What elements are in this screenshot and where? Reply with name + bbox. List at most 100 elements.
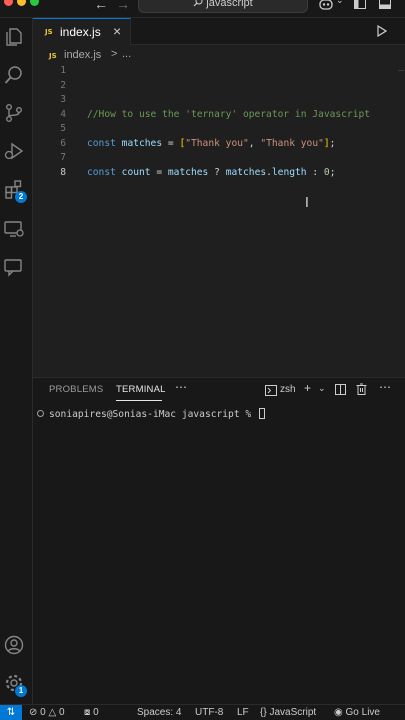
chevron-down-icon[interactable]: ⌄	[336, 0, 344, 6]
minimap[interactable]	[398, 70, 404, 71]
line-number: 8	[60, 166, 66, 178]
code-line: 5	[33, 123, 405, 137]
toggle-sidebar-icon[interactable]	[354, 0, 366, 15]
tab-label: index.js	[60, 25, 101, 39]
code-line: 6 const matches = ["Thank you", "Thank y…	[33, 138, 405, 152]
activity-remote-explorer[interactable]	[3, 218, 27, 242]
chat-icon	[4, 259, 22, 277]
activity-bar: 2 1	[0, 18, 33, 704]
code-line: 7	[33, 152, 405, 166]
line-number: 4	[60, 108, 66, 120]
code-editor[interactable]: 1 2 3 4 //How to use the 'ternary' opera…	[33, 65, 405, 377]
activity-manage[interactable]: 1	[3, 672, 27, 697]
remote-explorer-icon	[4, 221, 24, 237]
code-line-active: 8 const count = matches ? matches.length…	[33, 167, 405, 181]
title-bar: ← → javascript ⌄	[0, 0, 405, 18]
add-terminal-icon[interactable]: +	[304, 381, 311, 395]
run-icon[interactable]	[377, 24, 388, 42]
toggle-panel-icon[interactable]	[379, 0, 391, 15]
warning-icon: △	[48, 707, 57, 718]
indentation-status[interactable]: Spaces: 4	[137, 707, 181, 718]
code-line: 3	[33, 94, 405, 108]
command-center-label: javascript	[206, 0, 253, 9]
punctuation-token: ,	[248, 137, 261, 149]
extensions-badge: 2	[15, 191, 27, 203]
ports-status[interactable]: ⧇ 0	[84, 707, 99, 718]
editor-tab-bar: JS index.js ×	[33, 18, 405, 45]
terminal-icon	[265, 383, 277, 401]
trash-icon[interactable]	[356, 383, 367, 398]
maximize-window-button[interactable]	[30, 0, 39, 6]
copilot-icon[interactable]	[318, 0, 334, 15]
tab-index-js[interactable]: JS index.js ×	[33, 18, 131, 45]
punctuation-token: ;	[329, 166, 336, 178]
broadcast-icon: ◉	[334, 707, 343, 718]
property-token: length	[271, 166, 307, 178]
activity-chat[interactable]	[3, 256, 27, 280]
run-debug-icon	[4, 142, 24, 160]
line-number: 2	[60, 79, 66, 91]
code-text: //How to use the 'ternary' operator in J…	[87, 109, 370, 120]
close-window-button[interactable]	[4, 0, 13, 6]
variable-token: matches	[121, 137, 163, 149]
command-center-search[interactable]: javascript	[138, 0, 308, 13]
tab-problems[interactable]: PROBLEMS	[49, 384, 103, 395]
activity-accounts[interactable]	[3, 634, 27, 658]
problems-status[interactable]: ⊘ 0 △ 0	[29, 707, 65, 718]
keyword-token: const	[87, 137, 116, 149]
javascript-file-icon: JS	[49, 52, 57, 60]
search-icon	[4, 66, 22, 84]
variable-token: count	[121, 166, 151, 178]
language-label: JavaScript	[269, 707, 317, 718]
braces-icon: {}	[260, 707, 267, 718]
breadcrumb-symbol[interactable]: ...	[122, 48, 131, 60]
split-terminal-icon[interactable]	[335, 384, 346, 398]
status-bar: ⇅ ⊘ 0 △ 0 ⧇ 0 Spaces: 4 UTF-8 LF {} Java…	[0, 704, 405, 720]
remote-icon[interactable]: ⇅	[0, 705, 22, 720]
line-number: 7	[60, 152, 66, 163]
go-live-button[interactable]: ◉ Go Live	[334, 707, 380, 718]
code-text: const count = matches ? matches.length :…	[87, 167, 335, 178]
activity-explorer[interactable]	[3, 26, 27, 50]
operator-token: ?	[214, 166, 220, 178]
tab-terminal[interactable]: TERMINAL	[116, 384, 166, 395]
close-icon[interactable]: ×	[113, 23, 121, 39]
activity-extensions[interactable]: 2	[3, 178, 27, 203]
comment-token: //How to use the 'ternary' operator in J…	[87, 108, 371, 120]
keyword-token: const	[87, 166, 116, 178]
activity-source-control[interactable]	[3, 102, 27, 126]
more-actions-icon[interactable]: ⋯	[175, 380, 187, 394]
command-decoration-icon	[37, 410, 44, 417]
terminal-shell-name[interactable]: zsh	[280, 384, 296, 395]
line-number: 6	[60, 137, 66, 149]
terminal-cursor	[258, 408, 265, 419]
encoding-status[interactable]: UTF-8	[195, 707, 223, 718]
activity-search[interactable]	[3, 64, 27, 88]
variable-token: matches	[225, 166, 267, 178]
arrow-left-icon[interactable]: ←	[94, 0, 108, 12]
breadcrumb-file[interactable]: index.js	[64, 49, 101, 61]
language-status[interactable]: {} JavaScript	[260, 707, 316, 718]
chevron-down-icon[interactable]: ⌄	[318, 383, 326, 394]
activity-run-debug[interactable]	[3, 140, 27, 164]
more-actions-icon[interactable]: ⋯	[379, 380, 391, 394]
eol-status[interactable]: LF	[237, 707, 249, 718]
account-icon	[4, 635, 24, 655]
error-count: 0	[40, 707, 46, 718]
punctuation-token: ;	[329, 137, 336, 149]
active-tab-indicator	[116, 400, 162, 401]
operator-token: =	[167, 137, 174, 149]
minimize-window-button[interactable]	[17, 0, 26, 6]
variable-token: matches	[167, 166, 209, 178]
warning-count: 0	[59, 707, 65, 718]
code-line: 1	[33, 65, 405, 79]
ports-icon: ⧇	[84, 707, 91, 718]
string-token: "Thank you"	[260, 137, 324, 149]
line-number: 5	[60, 123, 66, 134]
code-text: const matches = ["Thank you", "Thank you…	[87, 138, 335, 149]
line-number: 1	[60, 65, 66, 76]
terminal-output[interactable]: soniapires@Sonias-iMac javascript %	[49, 408, 265, 420]
line-number: 3	[60, 94, 66, 105]
arrow-right-icon[interactable]: →	[116, 0, 130, 12]
code-line: 4 //How to use the 'ternary' operator in…	[33, 109, 405, 123]
